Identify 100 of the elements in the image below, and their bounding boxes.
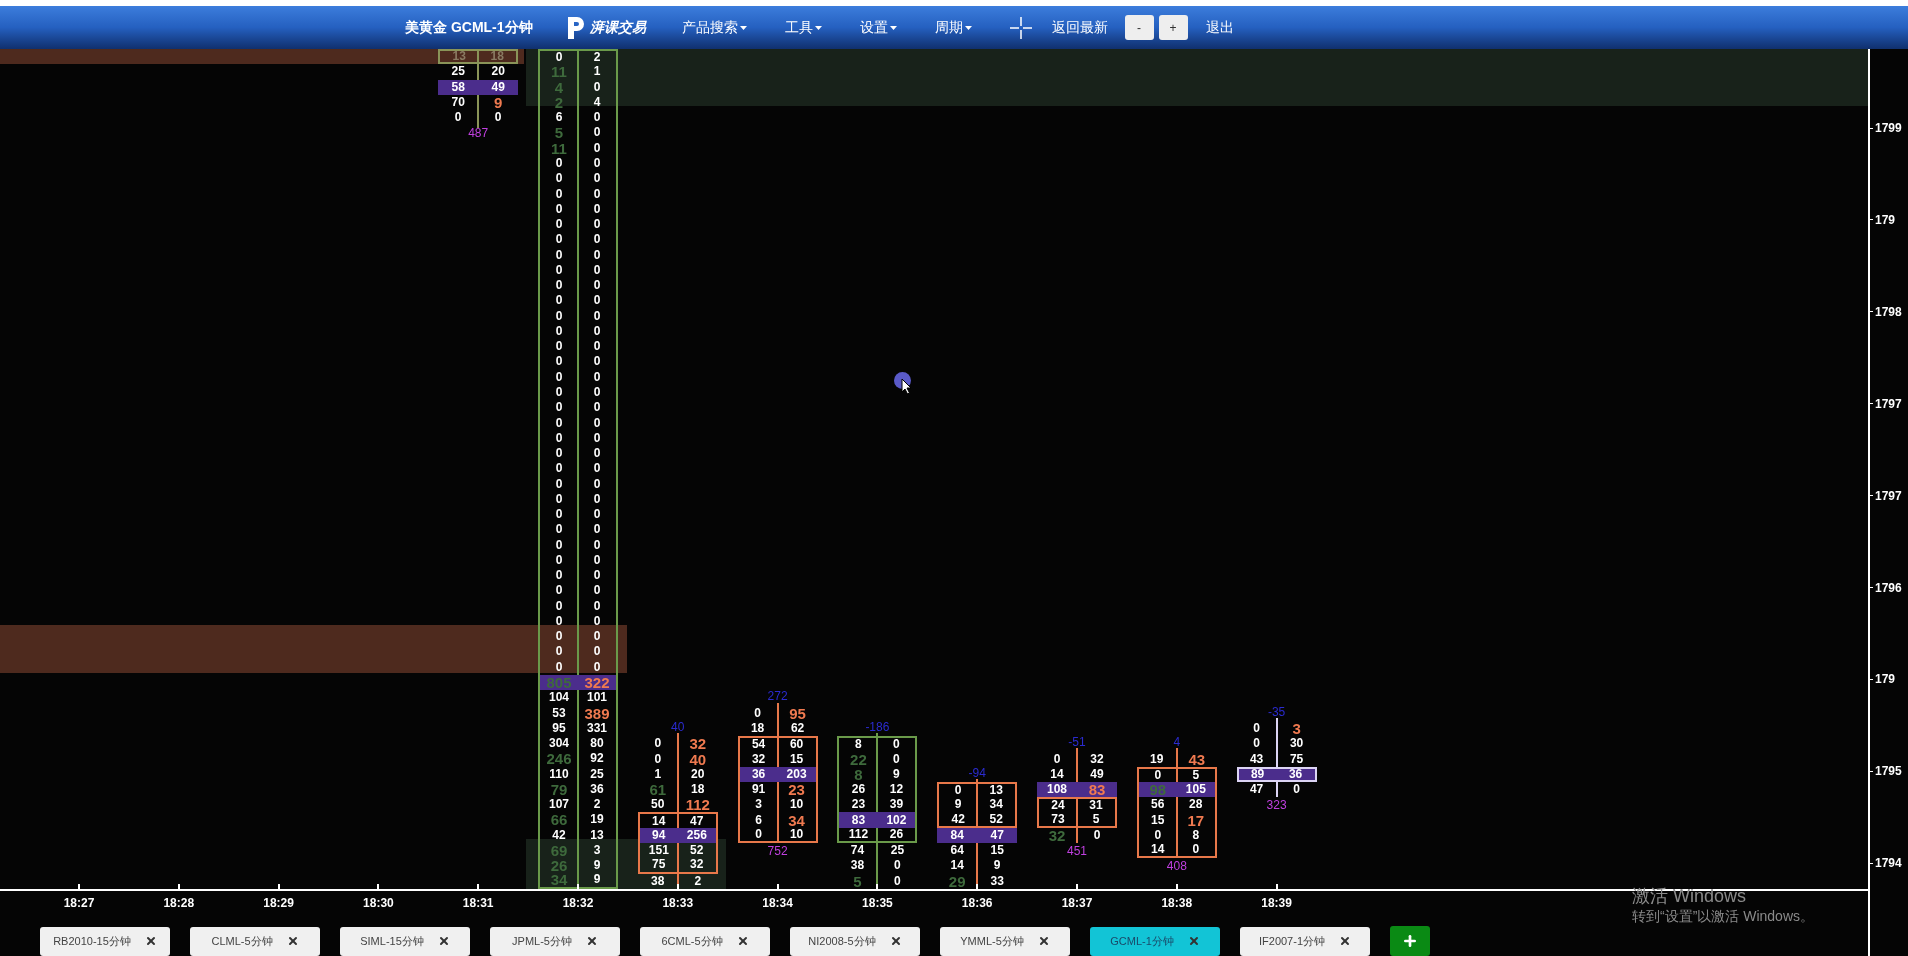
ask-volume: 15 bbox=[989, 844, 1005, 858]
bid-volume: 0 bbox=[554, 385, 564, 399]
chart-tab[interactable]: SIML-15分钟 bbox=[340, 926, 470, 956]
bid-volume: 0 bbox=[953, 784, 963, 798]
bid-volume: 0 bbox=[554, 355, 564, 369]
close-icon[interactable] bbox=[1037, 935, 1050, 947]
chart-tab[interactable]: 6CML-5分钟 bbox=[640, 926, 770, 956]
price-axis-label: 1796 bbox=[1875, 579, 1902, 596]
zoom-in-button[interactable]: + bbox=[1158, 15, 1188, 40]
bid-volume: 58 bbox=[450, 80, 466, 94]
bid-volume: 0 bbox=[554, 630, 564, 644]
ask-volume: 18 bbox=[690, 783, 706, 797]
ask-volume: 5 bbox=[1191, 768, 1201, 782]
crosshair-icon[interactable] bbox=[1009, 16, 1032, 39]
close-icon[interactable] bbox=[437, 935, 450, 947]
close-icon[interactable] bbox=[1187, 935, 1200, 947]
ask-volume: 23 bbox=[787, 783, 806, 797]
ask-volume: 36 bbox=[589, 782, 605, 796]
ask-volume: 40 bbox=[688, 752, 708, 766]
ask-volume: 47 bbox=[689, 814, 705, 828]
bid-volume: 38 bbox=[849, 859, 866, 873]
ask-volume: 80 bbox=[589, 737, 605, 751]
bid-volume: 13 bbox=[451, 50, 467, 64]
delta-value: -35 bbox=[1266, 704, 1287, 720]
ask-volume: 0 bbox=[592, 248, 602, 262]
bid-volume: 50 bbox=[650, 798, 666, 812]
logo-text: 湃课交易 bbox=[589, 18, 646, 37]
bid-volume: 89 bbox=[1249, 767, 1266, 781]
bid-volume: 0 bbox=[554, 401, 564, 415]
bid-volume: 6 bbox=[754, 813, 763, 827]
bid-volume: 36 bbox=[750, 767, 767, 781]
close-icon[interactable] bbox=[585, 935, 598, 947]
ask-volume: 0 bbox=[592, 233, 602, 247]
ask-volume: 32 bbox=[689, 858, 705, 872]
zoom-out-button[interactable]: - bbox=[1124, 15, 1154, 40]
menu-dropdown[interactable]: 产品搜索 bbox=[681, 17, 747, 38]
bid-volume: 0 bbox=[753, 706, 762, 720]
bid-volume: 29 bbox=[947, 874, 967, 888]
chart-tab[interactable]: JPML-5分钟 bbox=[490, 926, 620, 956]
ask-volume: 0 bbox=[592, 324, 602, 338]
close-icon[interactable] bbox=[736, 935, 749, 947]
bid-volume: 0 bbox=[554, 263, 564, 277]
time-axis-label: 18:30 bbox=[362, 895, 395, 912]
chart-tab[interactable]: YMML-5分钟 bbox=[940, 926, 1070, 956]
menu-dropdown[interactable]: 设置 bbox=[859, 17, 897, 38]
activation-title: 激活 Windows bbox=[1632, 885, 1748, 907]
chart-tab[interactable]: RB2010-15分钟 bbox=[40, 926, 170, 956]
add-tab-button[interactable] bbox=[1390, 926, 1430, 956]
close-icon[interactable] bbox=[144, 935, 157, 947]
bid-volume: 112 bbox=[847, 827, 870, 841]
delta-value: 272 bbox=[766, 689, 789, 705]
ask-volume: 0 bbox=[893, 874, 902, 888]
chart-tab[interactable]: GCML-1分钟 bbox=[1090, 926, 1220, 956]
ask-volume: 9 bbox=[592, 859, 602, 873]
close-icon[interactable] bbox=[286, 935, 299, 947]
ask-volume: 10 bbox=[788, 798, 805, 812]
time-axis-label: 18:31 bbox=[461, 895, 495, 912]
ask-volume: 0 bbox=[592, 111, 602, 125]
bid-volume: 2 bbox=[553, 95, 565, 109]
bid-volume: 0 bbox=[554, 538, 564, 552]
bid-volume: 0 bbox=[554, 157, 564, 170]
logo-icon bbox=[565, 14, 586, 41]
time-axis-label: 18:27 bbox=[62, 895, 96, 912]
ask-volume: 0 bbox=[592, 355, 602, 369]
ask-volume: 331 bbox=[586, 721, 608, 735]
menu-dropdown[interactable]: 周期 bbox=[934, 17, 972, 38]
bid-volume: 0 bbox=[1252, 737, 1261, 751]
chart-tab[interactable]: CLML-5分钟 bbox=[190, 926, 320, 956]
bid-volume: 26 bbox=[549, 859, 569, 873]
return-latest-button[interactable]: 返回最新 bbox=[1051, 17, 1108, 38]
chart-tab[interactable]: IF2007-1分钟 bbox=[1240, 926, 1370, 956]
ask-volume: 0 bbox=[592, 172, 602, 186]
bid-volume: 0 bbox=[554, 569, 564, 583]
close-icon[interactable] bbox=[1339, 935, 1351, 947]
ask-volume: 13 bbox=[988, 784, 1004, 798]
ask-volume: 0 bbox=[592, 218, 602, 232]
time-axis-label: 18:28 bbox=[162, 895, 196, 912]
time-axis-label: 18:35 bbox=[861, 895, 894, 912]
ask-volume: 0 bbox=[592, 263, 602, 277]
chart-tab[interactable]: NI2008-5分钟 bbox=[790, 926, 920, 956]
close-icon[interactable] bbox=[889, 935, 902, 947]
ask-volume: 31 bbox=[1088, 799, 1104, 813]
exit-button[interactable]: 退出 bbox=[1205, 17, 1234, 38]
ask-volume: 0 bbox=[592, 80, 602, 94]
ask-volume: 52 bbox=[689, 844, 705, 858]
bid-volume: 94 bbox=[651, 828, 667, 842]
ask-volume: 0 bbox=[893, 859, 902, 873]
bid-volume: 0 bbox=[554, 645, 564, 659]
bid-volume: 0 bbox=[554, 324, 564, 338]
ask-volume: 95 bbox=[788, 706, 807, 720]
ask-volume: 0 bbox=[592, 630, 602, 644]
mouse-pointer-icon bbox=[901, 378, 912, 395]
ask-volume: 43 bbox=[1187, 752, 1207, 766]
bid-volume: 66 bbox=[549, 813, 569, 827]
ask-volume: 101 bbox=[586, 691, 608, 705]
bid-volume: 42 bbox=[551, 828, 567, 842]
bid-volume: 0 bbox=[554, 508, 564, 522]
time-axis-label: 18:33 bbox=[661, 895, 695, 912]
menu-dropdown[interactable]: 工具 bbox=[784, 17, 822, 38]
bid-volume: 0 bbox=[453, 111, 463, 125]
